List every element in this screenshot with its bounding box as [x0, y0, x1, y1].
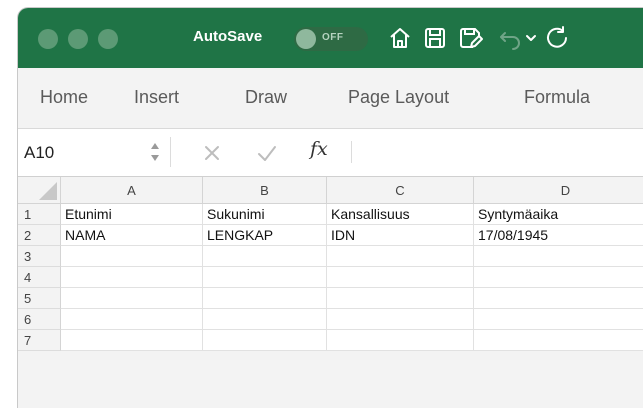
cell-d6[interactable]: [474, 309, 643, 330]
cell-c3[interactable]: [327, 246, 474, 267]
enter-check-icon[interactable]: [255, 141, 279, 165]
cell-c5[interactable]: [327, 288, 474, 309]
cell-b1[interactable]: Sukunimi: [203, 204, 327, 225]
tab-page-layout[interactable]: Page Layout: [348, 87, 449, 108]
column-header-c[interactable]: C: [327, 177, 474, 204]
cell-a2[interactable]: NAMA: [61, 225, 203, 246]
cell-d7[interactable]: [474, 330, 643, 351]
zoom-window-button[interactable]: [98, 29, 118, 49]
tab-home[interactable]: Home: [40, 87, 88, 108]
cell-a7[interactable]: [61, 330, 203, 351]
cell-c1[interactable]: Kansallisuus: [327, 204, 474, 225]
formula-content-separator: [351, 141, 352, 163]
name-box[interactable]: A10: [24, 143, 54, 163]
formula-bar-separator: [170, 137, 171, 167]
row-header-3[interactable]: 3: [18, 246, 61, 267]
save-icon[interactable]: [421, 24, 449, 52]
cell-b4[interactable]: [203, 267, 327, 288]
cell-a5[interactable]: [61, 288, 203, 309]
tab-formulas[interactable]: Formula: [524, 87, 590, 108]
cell-b2[interactable]: LENGKAP: [203, 225, 327, 246]
cell-c6[interactable]: [327, 309, 474, 330]
cell-a6[interactable]: [61, 309, 203, 330]
name-box-stepper-icon[interactable]: [150, 138, 160, 166]
excel-window: AutoSave OFF Home Insert Draw Page Layou…: [18, 8, 643, 408]
cell-d4[interactable]: [474, 267, 643, 288]
cell-b7[interactable]: [203, 330, 327, 351]
redo-icon[interactable]: [543, 24, 571, 52]
row-header-4[interactable]: 4: [18, 267, 61, 288]
row-header-6[interactable]: 6: [18, 309, 61, 330]
cell-c7[interactable]: [327, 330, 474, 351]
cancel-x-icon[interactable]: [200, 141, 224, 165]
home-icon[interactable]: [386, 24, 414, 52]
ribbon-tabs: Home Insert Draw Page Layout Formula: [18, 68, 643, 129]
cell-d1[interactable]: Syntymäaika: [474, 204, 643, 225]
cell-d3[interactable]: [474, 246, 643, 267]
cell-b3[interactable]: [203, 246, 327, 267]
autosave-state: OFF: [322, 32, 344, 43]
autosave-label: AutoSave: [193, 28, 263, 45]
undo-icon[interactable]: [496, 24, 524, 52]
tab-draw[interactable]: Draw: [245, 87, 287, 108]
column-header-d[interactable]: D: [474, 177, 643, 204]
close-window-button[interactable]: [38, 29, 58, 49]
column-header-a[interactable]: A: [61, 177, 203, 204]
cell-a1[interactable]: Etunimi: [61, 204, 203, 225]
autosave-toggle[interactable]: OFF: [294, 27, 368, 51]
formula-bar: A10 fx: [18, 129, 643, 177]
row-header-5[interactable]: 5: [18, 288, 61, 309]
minimize-window-button[interactable]: [68, 29, 88, 49]
cell-d2[interactable]: 17/08/1945: [474, 225, 643, 246]
tab-insert[interactable]: Insert: [134, 87, 179, 108]
cell-b6[interactable]: [203, 309, 327, 330]
row-header-2[interactable]: 2: [18, 225, 61, 246]
cell-c2[interactable]: IDN: [327, 225, 474, 246]
cell-a4[interactable]: [61, 267, 203, 288]
title-bar: AutoSave OFF: [18, 8, 643, 68]
undo-dropdown-icon[interactable]: [524, 24, 538, 52]
insert-function-button[interactable]: fx: [310, 138, 328, 160]
row-header-1[interactable]: 1: [18, 204, 61, 225]
row-header-7[interactable]: 7: [18, 330, 61, 351]
toggle-knob: [296, 29, 316, 49]
select-all-corner[interactable]: [18, 177, 61, 204]
cell-a3[interactable]: [61, 246, 203, 267]
save-as-icon[interactable]: [456, 24, 484, 52]
cell-b5[interactable]: [203, 288, 327, 309]
column-header-b[interactable]: B: [203, 177, 327, 204]
cell-c4[interactable]: [327, 267, 474, 288]
cell-d5[interactable]: [474, 288, 643, 309]
